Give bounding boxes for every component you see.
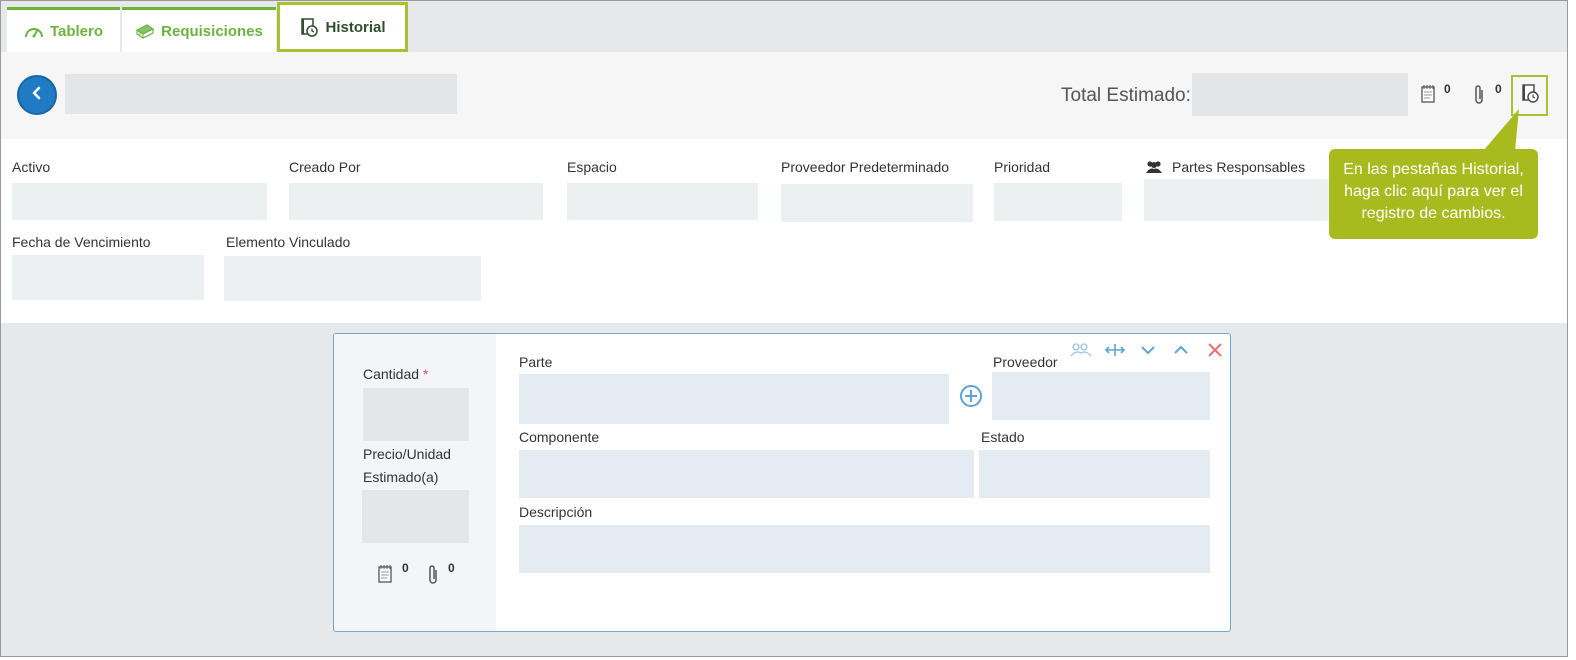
quantity-label: Cantidad * [363, 366, 428, 382]
status-label: Estado [981, 429, 1025, 445]
total-estimated-value [1192, 73, 1408, 116]
history-tooltip: En las pestañas Historial, haga clic aqu… [1329, 149, 1538, 239]
proveedor-predeterminado-field[interactable] [781, 184, 973, 222]
activo-field[interactable] [12, 183, 267, 220]
people-group-icon [1145, 160, 1163, 179]
tab-requisiciones[interactable]: Requisiciones [122, 7, 276, 52]
notes-icon[interactable] [1420, 84, 1436, 109]
quantity-field[interactable] [363, 388, 469, 441]
paperclip-icon[interactable] [426, 564, 440, 591]
required-mark: * [422, 366, 429, 382]
history-log-icon [1520, 83, 1540, 108]
app-frame: Tablero Requisiciones Historial Total Es… [0, 0, 1568, 657]
chevron-down-icon[interactable] [1140, 342, 1156, 363]
attachments-count: 0 [1495, 82, 1502, 96]
tab-tablero[interactable]: Tablero [7, 7, 120, 52]
line-item-card: Cantidad * Precio/Unidad Estimado(a) 0 0 [333, 333, 1231, 632]
line-notes-count: 0 [402, 561, 409, 575]
prioridad-field[interactable] [994, 183, 1122, 221]
dashboard-gauge-icon [24, 23, 44, 39]
field-label-proveedor-predeterminado: Proveedor Predeterminado [781, 159, 950, 175]
description-label: Descripción [519, 504, 593, 520]
notes-icon[interactable] [377, 564, 393, 589]
total-estimated-label: Total Estimado: [1061, 85, 1191, 106]
price-estimated-label: Estimado(a) [363, 469, 439, 485]
line-item-side-panel: Cantidad * Precio/Unidad Estimado(a) 0 0 [334, 334, 496, 631]
tab-bar: Tablero Requisiciones Historial [1, 1, 1567, 52]
field-label-fecha-vencimiento: Fecha de Vencimiento [12, 234, 151, 250]
add-circle-icon[interactable] [959, 384, 983, 413]
chevron-up-icon[interactable] [1173, 342, 1189, 363]
back-button[interactable] [17, 75, 57, 115]
supplier-label: Proveedor [993, 354, 1058, 370]
field-label-elemento-vinculado: Elemento Vinculado [226, 234, 351, 250]
price-unit-label: Precio/Unidad [363, 446, 451, 462]
tooltip-text: En las pestañas Historial, haga clic aqu… [1343, 161, 1524, 222]
tab-label: Requisiciones [161, 22, 263, 40]
field-label-partes-responsables: Partes Responsables [1172, 159, 1306, 175]
paperclip-icon[interactable] [1472, 84, 1486, 111]
component-field[interactable] [519, 450, 974, 498]
fecha-vencimiento-field[interactable] [12, 255, 204, 300]
price-field[interactable] [362, 490, 469, 543]
espacio-field[interactable] [567, 183, 758, 220]
chevron-left-icon [30, 86, 44, 105]
field-label-prioridad: Prioridad [994, 159, 1051, 175]
record-header: Total Estimado: 0 0 [1, 52, 1567, 139]
tab-historial[interactable]: Historial [277, 2, 408, 52]
notes-count: 0 [1444, 82, 1451, 96]
component-label: Componente [519, 429, 600, 445]
record-title-placeholder [65, 74, 457, 114]
tab-label: Historial [325, 18, 386, 36]
elemento-vinculado-field[interactable] [224, 256, 481, 301]
supplier-field[interactable] [992, 372, 1210, 420]
status-field[interactable] [979, 450, 1210, 498]
field-label-creado-por: Creado Por [289, 159, 361, 175]
field-label-activo: Activo [12, 159, 51, 175]
quantity-label-text: Cantidad [363, 366, 420, 382]
part-field[interactable] [519, 374, 949, 424]
resize-horizontal-icon[interactable] [1104, 342, 1126, 363]
assign-people-icon[interactable] [1070, 342, 1092, 363]
field-label-espacio: Espacio [567, 159, 617, 175]
tab-label: Tablero [49, 22, 104, 40]
partes-responsables-field[interactable] [1144, 179, 1334, 221]
creado-por-field[interactable] [289, 183, 543, 220]
line-attachments-count: 0 [448, 561, 455, 575]
part-label: Parte [519, 354, 553, 370]
requisitions-cash-icon [135, 23, 155, 39]
close-icon[interactable] [1207, 342, 1223, 363]
description-field[interactable] [519, 525, 1210, 573]
history-notebook-icon [299, 17, 319, 37]
